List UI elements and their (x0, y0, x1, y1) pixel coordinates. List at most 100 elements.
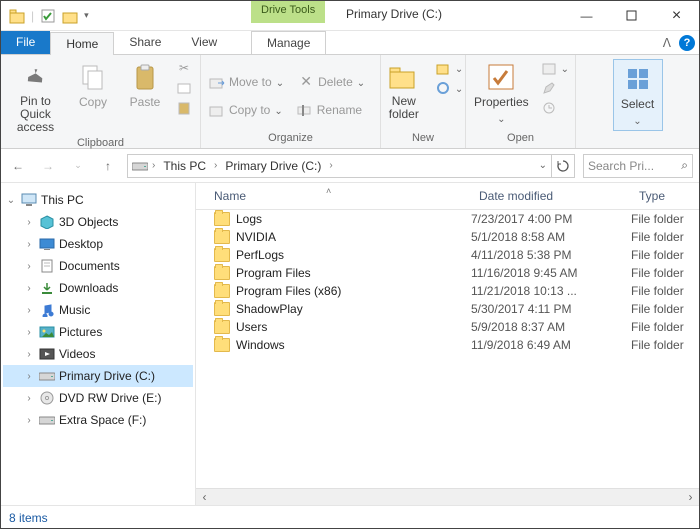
copy-path-button[interactable] (174, 79, 194, 97)
paste-shortcut-button[interactable] (174, 99, 194, 117)
tree-item[interactable]: › 3D Objects (3, 211, 193, 233)
scroll-left-icon[interactable]: ‹ (196, 489, 213, 506)
chevron-right-icon[interactable]: › (23, 327, 35, 338)
breadcrumb-this-pc[interactable]: This PC (159, 157, 210, 175)
close-button[interactable]: × (654, 1, 699, 31)
new-folder-qat-icon[interactable] (62, 8, 78, 24)
chevron-right-icon[interactable]: › (23, 261, 35, 272)
group-organize-label: Organize (268, 132, 313, 146)
refresh-button[interactable] (551, 154, 575, 178)
navigation-tree[interactable]: ⌄ This PC › 3D Objects › Desktop › Docum… (1, 183, 196, 505)
column-header-name[interactable]: Name˄ (196, 183, 471, 209)
help-icon[interactable]: ? (679, 35, 695, 51)
tab-view[interactable]: View (176, 31, 232, 54)
copy-to-button[interactable]: Copy to (207, 101, 285, 119)
tree-this-pc[interactable]: ⌄ This PC (3, 189, 193, 211)
tab-file[interactable]: File (1, 31, 50, 54)
maximize-button[interactable] (609, 1, 654, 31)
scroll-right-icon[interactable]: › (682, 489, 699, 506)
explorer-icon[interactable] (9, 8, 25, 24)
minimize-button[interactable]: — (564, 1, 609, 31)
open-button[interactable] (539, 59, 571, 77)
properties-qat-icon[interactable] (40, 8, 56, 24)
new-item-button[interactable] (433, 59, 465, 77)
chevron-right-icon[interactable]: › (23, 217, 35, 228)
column-label: Name (214, 189, 246, 203)
list-row[interactable]: Program Files 11/16/2018 9:45 AM File fo… (196, 264, 699, 282)
column-header-date[interactable]: Date modified (471, 183, 631, 209)
group-new-label: New (412, 132, 434, 146)
edit-button[interactable] (539, 79, 571, 97)
list-row[interactable]: Program Files (x86) 11/21/2018 10:13 ...… (196, 282, 699, 300)
qat-dropdown-icon[interactable]: ▾ (84, 10, 89, 21)
column-header-type[interactable]: Type (631, 183, 699, 209)
easy-access-button[interactable] (433, 79, 465, 97)
paste-label: Paste (130, 95, 161, 109)
list-row[interactable]: Users 5/9/2018 8:37 AM File folder (196, 318, 699, 336)
breadcrumb-current[interactable]: Primary Drive (C:) (221, 157, 325, 175)
paste-button[interactable]: Paste (122, 59, 168, 111)
open-icon (541, 60, 557, 76)
tree-item[interactable]: › DVD RW Drive (E:) (3, 387, 193, 409)
chevron-right-icon[interactable]: › (23, 305, 35, 316)
list-row[interactable]: Logs 7/23/2017 4:00 PM File folder (196, 210, 699, 228)
back-button[interactable]: ← (7, 155, 29, 177)
rename-button[interactable]: Rename (295, 101, 364, 119)
tree-item[interactable]: › Videos (3, 343, 193, 365)
row-name: Users (236, 320, 267, 334)
tab-manage[interactable]: Manage (251, 31, 326, 54)
qat-separator: | (31, 9, 34, 23)
list-row[interactable]: Windows 11/9/2018 6:49 AM File folder (196, 336, 699, 354)
tree-item[interactable]: › Pictures (3, 321, 193, 343)
tree-item[interactable]: › Documents (3, 255, 193, 277)
chevron-right-icon[interactable]: › (23, 393, 35, 404)
chevron-right-icon[interactable]: › (23, 371, 35, 382)
copy-label: Copy (79, 95, 107, 109)
tree-item-icon (39, 324, 55, 340)
tree-item[interactable]: › Downloads (3, 277, 193, 299)
list-row[interactable]: NVIDIA 5/1/2018 8:58 AM File folder (196, 228, 699, 246)
tree-item[interactable]: › Extra Space (F:) (3, 409, 193, 431)
search-input[interactable]: Search Pri... ⌕ (583, 154, 693, 178)
address-dropdown-icon[interactable]: ⌄ (539, 160, 547, 171)
tree-item-label: Primary Drive (C:) (59, 369, 155, 383)
up-button[interactable]: ↑ (97, 155, 119, 177)
pin-to-quick-access-button[interactable]: Pin to Quick access (7, 59, 64, 137)
recent-locations-button[interactable]: ⌄ (67, 155, 89, 177)
chevron-right-icon[interactable]: › (23, 283, 35, 294)
tab-share[interactable]: Share (114, 31, 176, 54)
collapse-ribbon-icon[interactable]: ᐱ (663, 36, 671, 50)
chevron-down-icon[interactable]: ⌄ (5, 195, 17, 206)
list-row[interactable]: ShadowPlay 5/30/2017 4:11 PM File folder (196, 300, 699, 318)
properties-button[interactable]: Properties (470, 59, 533, 127)
tree-item[interactable]: › Primary Drive (C:) (3, 365, 193, 387)
breadcrumb[interactable]: › This PC › Primary Drive (C:) › ⌄ (127, 154, 552, 178)
drive-icon (132, 158, 148, 174)
tree-item-icon (39, 346, 55, 362)
folder-icon (214, 338, 230, 352)
paste-icon (129, 61, 161, 93)
history-button[interactable] (539, 99, 571, 117)
move-to-button[interactable]: Move to (207, 73, 286, 91)
chevron-right-icon[interactable]: › (214, 160, 217, 171)
tree-item[interactable]: › Music (3, 299, 193, 321)
tree-item-label: DVD RW Drive (E:) (59, 391, 161, 405)
tab-home[interactable]: Home (50, 32, 114, 55)
forward-button[interactable]: → (37, 155, 59, 177)
select-button[interactable]: Select (615, 61, 661, 129)
chevron-right-icon[interactable]: › (152, 160, 155, 171)
chevron-right-icon[interactable]: › (23, 239, 35, 250)
list-row[interactable]: PerfLogs 4/11/2018 5:38 PM File folder (196, 246, 699, 264)
copy-button[interactable]: Copy (70, 59, 116, 111)
new-folder-label: New folder (389, 95, 419, 121)
chevron-right-icon[interactable]: › (23, 349, 35, 360)
chevron-right-icon[interactable]: › (23, 415, 35, 426)
copy-path-icon (176, 80, 192, 96)
delete-button[interactable]: ✕Delete (296, 73, 367, 91)
chevron-right-icon[interactable]: › (329, 160, 332, 171)
new-folder-button[interactable]: New folder (381, 59, 427, 123)
horizontal-scrollbar[interactable]: ‹ › (196, 488, 699, 505)
cut-button[interactable]: ✂ (174, 59, 194, 77)
delete-icon: ✕ (298, 74, 314, 90)
tree-item[interactable]: › Desktop (3, 233, 193, 255)
